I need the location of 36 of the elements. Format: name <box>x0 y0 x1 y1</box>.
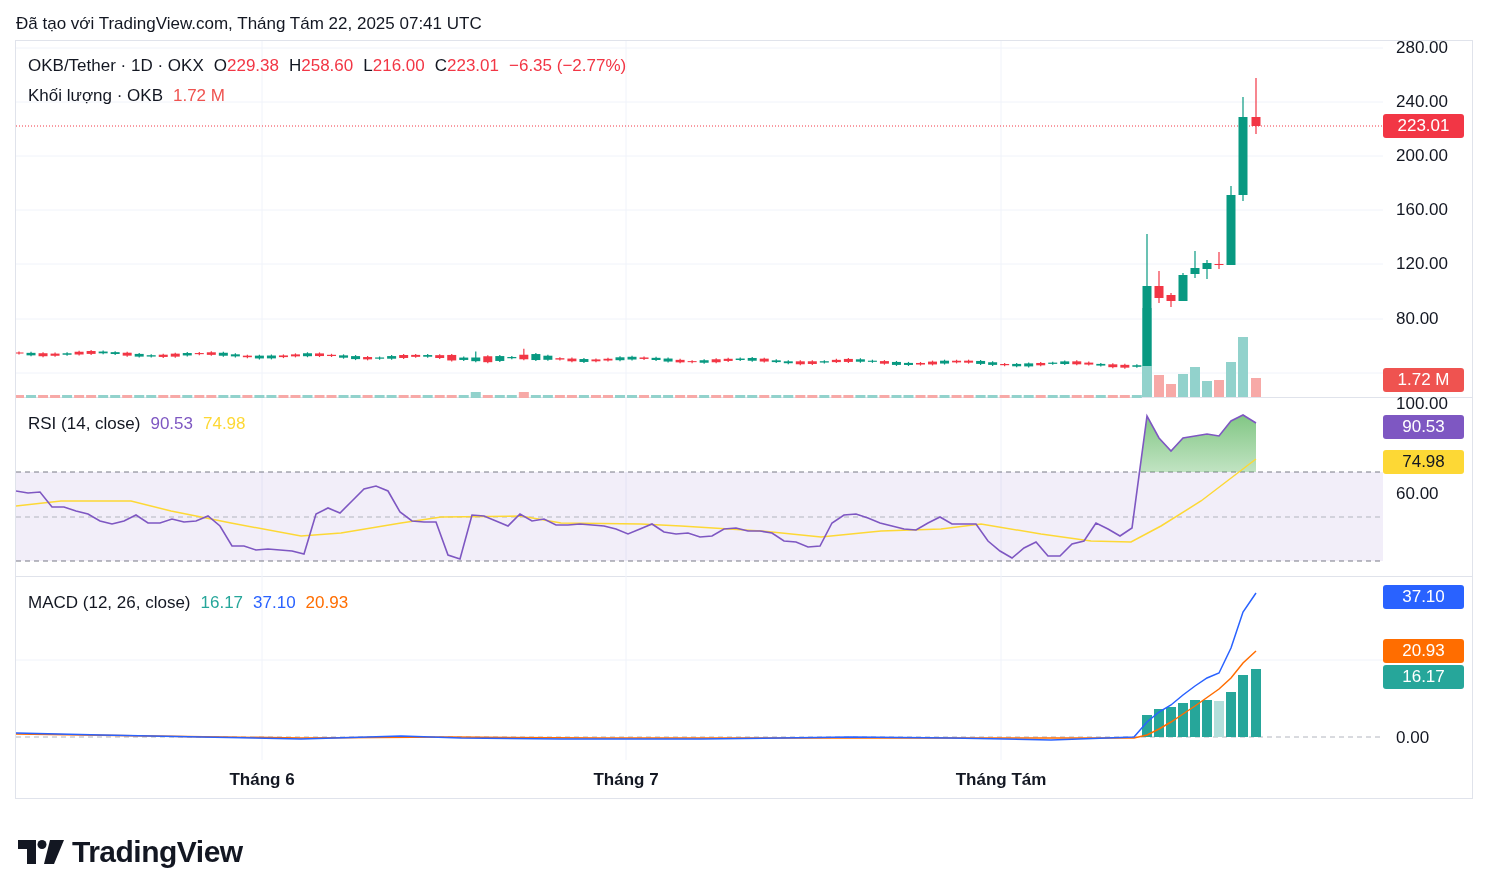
indicator-value: 90.53 <box>150 413 193 435</box>
price-tag: 223.01 <box>1383 114 1464 138</box>
time-axis-label: Tháng 6 <box>229 769 295 791</box>
axis-label: 160.00 <box>1396 200 1448 220</box>
axis-label: 60.00 <box>1396 484 1439 504</box>
symbol-label: OKB/Tether · 1D · OKX <box>28 55 204 77</box>
price-tag: 16.17 <box>1383 665 1464 689</box>
axis-label: 80.00 <box>1396 309 1439 329</box>
price-tag: 74.98 <box>1383 450 1464 474</box>
indicator-value: 37.10 <box>253 592 296 614</box>
indicator-value: 16.17 <box>200 592 244 614</box>
time-axis-label: Tháng 7 <box>593 769 659 791</box>
price-change: −6.35 (−2.77%) <box>509 55 627 77</box>
axis-label: 280.00 <box>1396 38 1448 58</box>
price-tag: 90.53 <box>1383 415 1464 439</box>
logo-wordmark: TradingView <box>72 834 243 870</box>
ohlc-value: H258.60 <box>288 55 354 77</box>
volume-label: Khối lượng · OKB <box>28 84 163 107</box>
price-tag: 1.72 M <box>1383 368 1464 392</box>
chart-caption: Đã tạo với TradingView.com, Tháng Tám 22, 2025 07:41 UTC <box>16 14 482 33</box>
price-tag: 37.10 <box>1383 585 1464 609</box>
indicator-value: 74.98 <box>203 413 246 435</box>
ohlc-value: L216.00 <box>363 55 425 77</box>
indicator-title: RSI (14, close) <box>28 413 141 435</box>
price-tag: 20.93 <box>1383 639 1464 663</box>
axis-label: 200.00 <box>1396 146 1448 166</box>
axis-label: 120.00 <box>1396 254 1448 274</box>
indicator-title: MACD (12, 26, close) <box>28 592 191 614</box>
volume-value: 1.72 M <box>173 84 225 107</box>
time-axis-label: Tháng Tám <box>955 769 1047 791</box>
axis-label: 100.00 <box>1396 394 1448 414</box>
ohlc-value: C223.01 <box>434 55 499 77</box>
axis-label: 240.00 <box>1396 92 1448 112</box>
ohlc-value: O229.38 <box>213 55 279 77</box>
axis-label: 0.00 <box>1396 728 1430 748</box>
indicator-value: 20.93 <box>305 592 349 614</box>
